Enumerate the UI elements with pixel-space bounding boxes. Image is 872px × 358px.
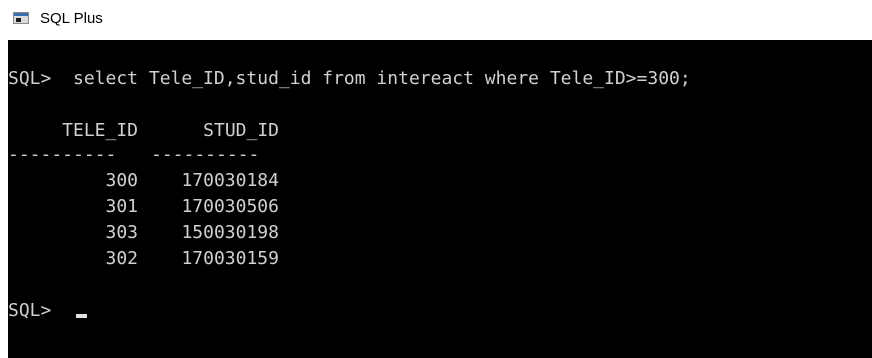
sql-command: select Tele_ID,stud_id from intereact wh…	[73, 68, 691, 89]
column-header-stud-id: STUD_ID	[203, 120, 279, 141]
sql-prompt: SQL>	[8, 300, 52, 321]
tele-id-value: 300	[105, 170, 138, 191]
stud-id-value: 170030159	[181, 248, 279, 269]
result-row: 301 170030506	[8, 194, 279, 220]
result-row: 302 170030159	[8, 246, 279, 272]
stud-id-value: 170030184	[181, 170, 279, 191]
column-header-row: TELE_ID STUD_ID	[8, 118, 279, 144]
window-title: SQL Plus	[40, 10, 103, 27]
tele-id-value: 303	[105, 222, 138, 243]
result-row: 300 170030184	[8, 168, 279, 194]
tele-id-value: 302	[105, 248, 138, 269]
separator-row: ---------- ----------	[8, 142, 259, 168]
column-header-tele-id: TELE_ID	[62, 120, 138, 141]
title-bar[interactable]: SQL Plus	[0, 0, 872, 40]
separator-stud-id: ----------	[151, 144, 260, 165]
stud-id-value: 150030198	[181, 222, 279, 243]
sqlplus-window-icon[interactable]	[13, 12, 29, 24]
console-output[interactable]: SQL> select Tele_ID,stud_id from interea…	[8, 40, 872, 358]
sql-prompt: SQL>	[8, 68, 52, 89]
input-line[interactable]: SQL>	[8, 298, 208, 324]
result-row: 303 150030198	[8, 220, 279, 246]
tele-id-value: 301	[105, 196, 138, 217]
separator-tele-id: ----------	[8, 144, 117, 165]
sqlplus-window: SQL Plus SQL> select Tele_ID,stud_id fro…	[0, 0, 872, 358]
stud-id-value: 170030506	[181, 196, 279, 217]
command-line: SQL> select Tele_ID,stud_id from interea…	[8, 66, 691, 92]
block-cursor	[76, 314, 87, 318]
